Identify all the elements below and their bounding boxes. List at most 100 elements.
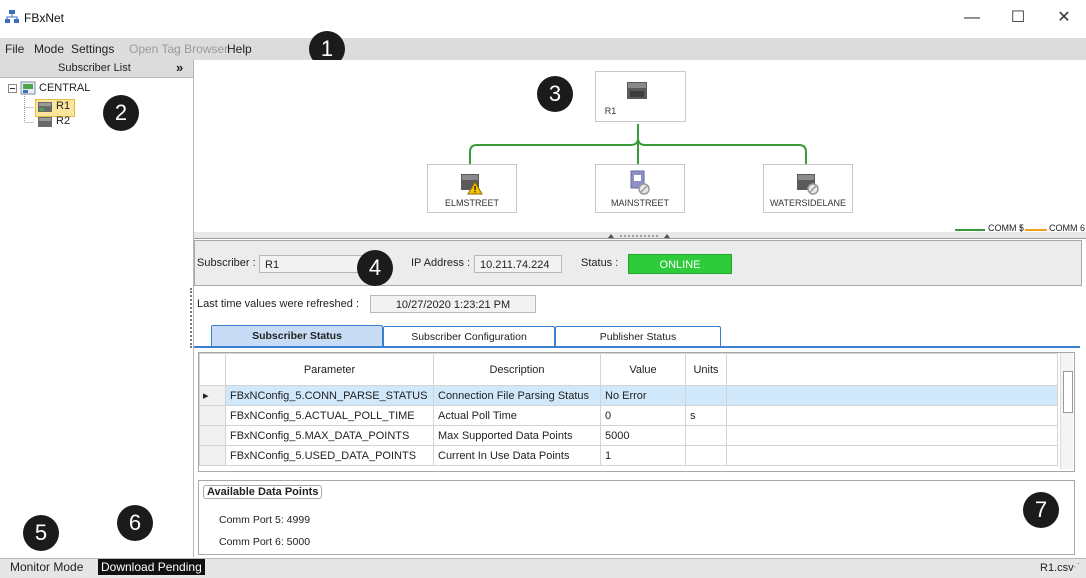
diagram-node-elmstreet[interactable]: ELMSTREET (427, 164, 517, 213)
cell-value[interactable]: 1 (600, 445, 686, 466)
column-header-description[interactable]: Description (433, 353, 601, 386)
status-badge: ONLINE (628, 254, 732, 274)
cell-filler (726, 425, 1058, 446)
rtu-device-icon (627, 82, 647, 99)
diagram-node-watersidelane[interactable]: WATERSIDELANE (763, 164, 853, 213)
cell-units[interactable] (685, 425, 727, 446)
minimize-button[interactable]: — (950, 4, 994, 32)
parameter-grid: Parameter Description Value Units ▸ FBxN… (198, 352, 1075, 472)
window-title: FBxNet (24, 11, 65, 25)
subscriber-list-title: Subscriber List (58, 62, 131, 74)
diagram-node-label: ELMSTREET (444, 198, 499, 208)
current-file-label: R1.csv (1040, 562, 1074, 574)
tab-subscriber-status[interactable]: Subscriber Status (211, 325, 383, 348)
warning-icon (461, 174, 483, 195)
resize-grip-icon[interactable]: ⋰ (1070, 562, 1080, 573)
diagram-node-label: MAINSTREET (610, 198, 669, 208)
cell-value[interactable]: No Error (600, 385, 686, 406)
comm5-legend-swatch (955, 229, 985, 231)
cell-filler (726, 445, 1058, 466)
table-header-row: Parameter Description Value Units (199, 353, 1058, 386)
disabled-device-icon (630, 170, 650, 195)
ip-address-field: 10.211.74.224 (474, 255, 562, 273)
available-data-points-title: Available Data Points (203, 485, 323, 499)
available-data-points-group (198, 480, 1075, 555)
central-station-icon (20, 81, 36, 95)
panel-resize-handle[interactable] (190, 288, 195, 348)
subscriber-list-panel (0, 60, 194, 557)
cell-value[interactable]: 0 (600, 405, 686, 426)
callout-marker-6: 6 (117, 505, 153, 541)
rtu-device-icon (38, 117, 52, 127)
callout-marker-5: 5 (23, 515, 59, 551)
diagram-node-label: WATERSIDELANE (769, 198, 846, 208)
cell-description[interactable]: Actual Poll Time (433, 405, 601, 426)
column-header-units[interactable]: Units (685, 353, 727, 386)
cell-parameter[interactable]: FBxNConfig_5.ACTUAL_POLL_TIME (225, 405, 434, 426)
tab-underline (194, 346, 1080, 348)
cell-description[interactable]: Current In Use Data Points (433, 445, 601, 466)
cell-parameter[interactable]: FBxNConfig_5.USED_DATA_POINTS (225, 445, 434, 466)
comm-port-5-value: Comm Port 5: 4999 (219, 514, 311, 526)
refresh-time-field: 10/27/2020 1:23:21 PM (370, 295, 536, 313)
row-header-corner (199, 353, 226, 386)
cell-units[interactable]: s (685, 405, 727, 426)
table-row[interactable]: FBxNConfig_5.MAX_DATA_POINTS Max Support… (199, 425, 1058, 446)
subscriber-field: R1 (259, 255, 367, 273)
column-header-parameter[interactable]: Parameter (225, 353, 434, 386)
cell-filler (726, 385, 1058, 406)
tab-subscriber-configuration[interactable]: Subscriber Configuration (383, 326, 555, 347)
grid-vertical-scrollbar[interactable] (1060, 353, 1073, 469)
close-button[interactable]: ✕ (1042, 4, 1086, 32)
table-row[interactable]: FBxNConfig_5.ACTUAL_POLL_TIME Actual Pol… (199, 405, 1058, 426)
table-row[interactable]: FBxNConfig_5.USED_DATA_POINTS Current In… (199, 445, 1058, 466)
collapse-panel-button[interactable]: » (176, 60, 183, 75)
menu-bar: File Mode Settings Open Tag Browser Help (0, 38, 1086, 60)
callout-marker-3: 3 (537, 76, 573, 112)
diagram-node-r1[interactable]: R1 (595, 71, 686, 122)
row-selector[interactable] (199, 405, 226, 426)
cell-units[interactable] (685, 445, 727, 466)
disabled-device-icon (797, 174, 819, 195)
comm-port-6-value: Comm Port 6: 5000 (219, 536, 311, 548)
rtu-device-icon (38, 102, 52, 112)
callout-marker-7: 7 (1023, 492, 1059, 528)
ip-address-label: IP Address : (411, 257, 471, 269)
tree-node-central[interactable]: CENTRAL (39, 82, 90, 94)
row-selector[interactable] (199, 425, 226, 446)
menu-open-tag-browser: Open Tag Browser (129, 42, 229, 56)
menu-mode[interactable]: Mode (34, 42, 64, 56)
tree-node-r1[interactable]: R1 (56, 100, 70, 112)
app-network-icon (5, 10, 19, 23)
column-header-value[interactable]: Value (600, 353, 686, 386)
cell-units[interactable] (685, 385, 727, 406)
refresh-label: Last time values were refreshed : (197, 298, 360, 310)
column-header-filler (726, 353, 1058, 386)
cell-parameter[interactable]: FBxNConfig_5.CONN_PARSE_STATUS (225, 385, 434, 406)
cell-description[interactable]: Connection File Parsing Status (433, 385, 601, 406)
subscriber-label: Subscriber : (197, 257, 256, 269)
cell-description[interactable]: Max Supported Data Points (433, 425, 601, 446)
splitter-grip-icon[interactable] (606, 232, 672, 240)
callout-marker-2: 2 (103, 95, 139, 131)
parameter-table: Parameter Description Value Units ▸ FBxN… (199, 353, 1058, 466)
row-selector[interactable]: ▸ (199, 385, 226, 406)
row-selector[interactable] (199, 445, 226, 466)
cell-value[interactable]: 5000 (600, 425, 686, 446)
menu-help[interactable]: Help (227, 42, 252, 56)
cell-parameter[interactable]: FBxNConfig_5.MAX_DATA_POINTS (225, 425, 434, 446)
monitor-mode-label: Monitor Mode (10, 560, 84, 574)
cell-filler (726, 405, 1058, 426)
menu-settings[interactable]: Settings (71, 42, 114, 56)
tab-publisher-status[interactable]: Publisher Status (555, 326, 721, 347)
tree-node-r2[interactable]: R2 (56, 115, 70, 127)
maximize-button[interactable]: ☐ (996, 4, 1040, 32)
menu-file[interactable]: File (5, 42, 24, 56)
diagram-node-label: R1 (604, 106, 617, 116)
scrollbar-thumb[interactable] (1063, 371, 1073, 413)
comm6-legend-swatch (1025, 229, 1047, 231)
callout-marker-4: 4 (357, 250, 393, 286)
status-label: Status : (581, 257, 619, 269)
diagram-node-mainstreet[interactable]: MAINSTREET (595, 164, 685, 213)
table-row[interactable]: ▸ FBxNConfig_5.CONN_PARSE_STATUS Connect… (199, 385, 1058, 406)
